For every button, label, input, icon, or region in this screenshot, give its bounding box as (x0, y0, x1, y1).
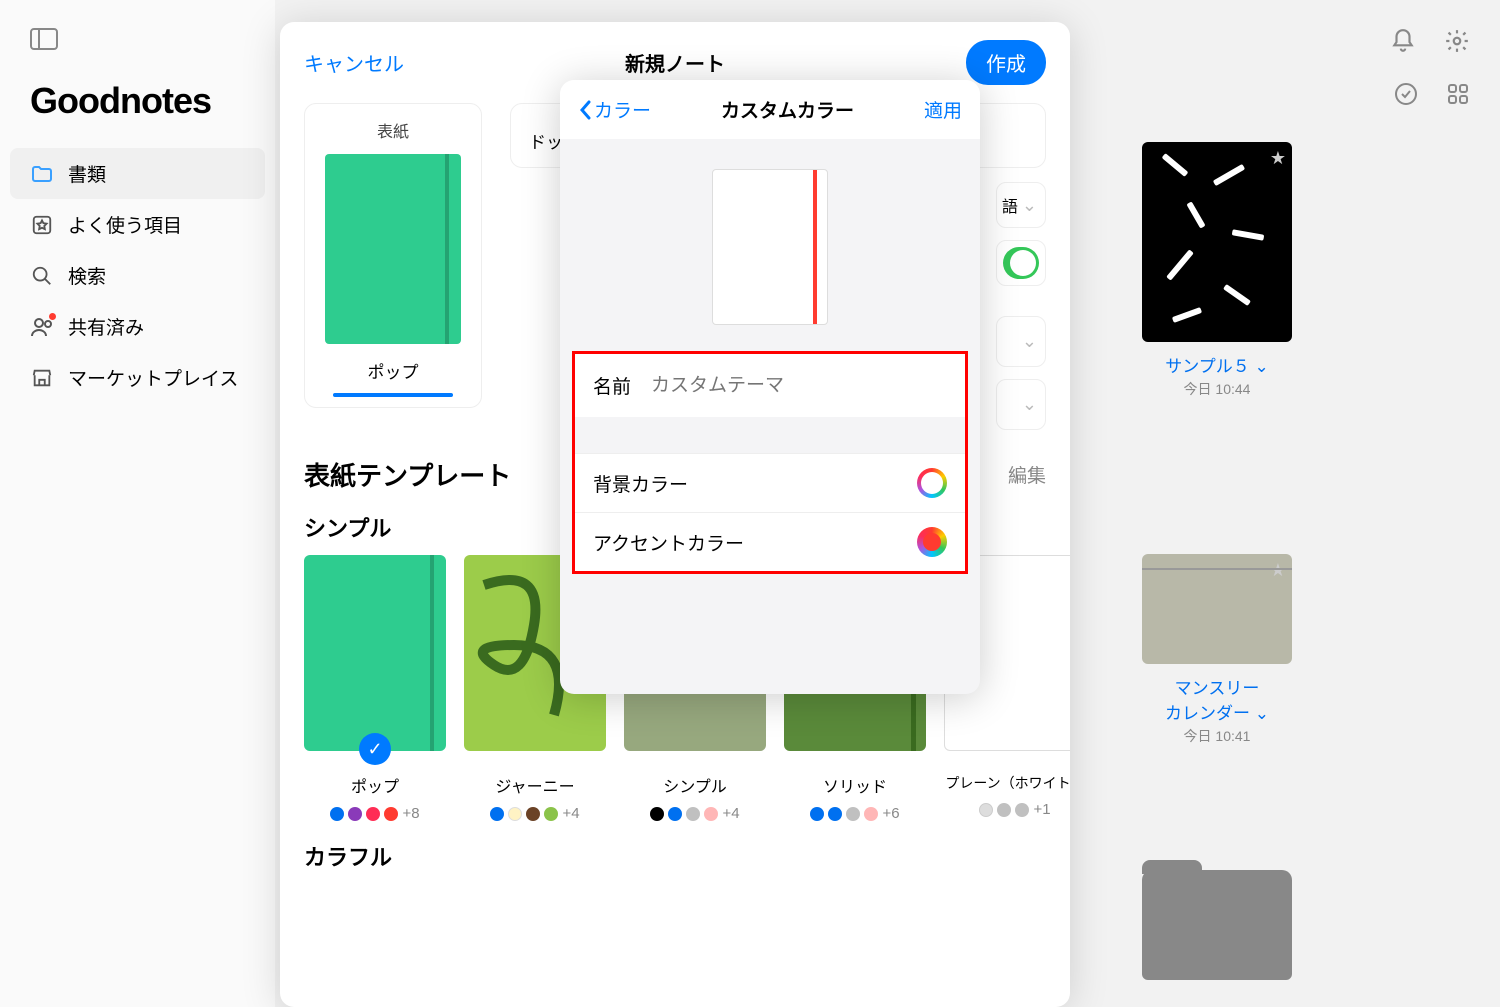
swatch-more: +4 (562, 805, 579, 822)
accent-color-label: アクセントカラー (593, 529, 744, 556)
template-cover: ✓ (304, 555, 446, 751)
sidebar-item-shared[interactable]: 共有済み (0, 301, 275, 352)
back-button[interactable]: カラー (578, 96, 651, 123)
highlight-annotation: 名前 背景カラー アクセントカラー (572, 351, 968, 574)
bell-icon[interactable] (1390, 28, 1416, 59)
cover-preview (325, 154, 461, 344)
sidebar-item-label: 検索 (68, 262, 106, 289)
cover-tab-label-bottom: ポップ (368, 358, 419, 383)
item-title: サンプル５ (1165, 357, 1250, 376)
setting-language-suffix: 語 (1002, 193, 1018, 217)
chevron-down-icon: ⌄ (1022, 394, 1037, 415)
template-name: ポップ (351, 773, 399, 797)
chevron-left-icon (578, 100, 592, 120)
star-icon[interactable]: ★ (1270, 148, 1286, 169)
accent-color-row[interactable]: アクセントカラー (575, 512, 965, 571)
setting-row-toggle[interactable] (996, 240, 1046, 286)
template-swatches: +8 (330, 805, 419, 822)
cover-tab-card[interactable]: 表紙 ポップ (304, 103, 482, 408)
folder-icon (30, 162, 54, 186)
name-input[interactable] (651, 375, 947, 397)
app-title: Goodnotes (30, 80, 275, 122)
selected-check-icon: ✓ (359, 733, 391, 765)
chevron-down-icon[interactable]: ⌄ (1254, 357, 1268, 376)
edit-button[interactable]: 編集 (1008, 461, 1046, 488)
grid-item-monthly[interactable]: ★ マンスリー カレンダー ⌄ 今日 10:41 (1142, 554, 1292, 746)
item-timestamp: 今日 10:41 (1142, 726, 1292, 746)
template-swatches: +6 (810, 805, 899, 822)
chevron-down-icon[interactable]: ⌄ (1255, 704, 1269, 723)
star-icon (30, 213, 54, 237)
section-title: 表紙テンプレート (304, 456, 511, 493)
setting-row-3[interactable]: ⌄ (996, 316, 1046, 367)
chevron-down-icon: ⌄ (1022, 331, 1037, 352)
cover-tab-label-top: 表紙 (377, 118, 409, 142)
item-title: マンスリー カレンダー (1165, 679, 1259, 723)
color-picker-icon[interactable] (917, 468, 947, 498)
setting-row-language[interactable]: 語 ⌄ (996, 182, 1046, 228)
template-name: ジャーニー (495, 773, 574, 797)
store-icon (30, 366, 54, 390)
background-color-row[interactable]: 背景カラー (575, 453, 965, 512)
people-icon (30, 315, 54, 339)
sidebar-item-favorites[interactable]: よく使う項目 (0, 199, 275, 250)
notebook-cover: ★ (1142, 554, 1292, 664)
sidebar-item-label: 書類 (68, 160, 106, 187)
template-name: シンプル (663, 773, 727, 797)
grid-icon[interactable] (1446, 82, 1470, 111)
back-label: カラー (594, 96, 651, 123)
template-swatches: +4 (490, 805, 579, 822)
swatch-more: +4 (722, 805, 739, 822)
grid-item-sample5[interactable]: ★ サンプル５ ⌄ 今日 10:44 (1142, 142, 1292, 399)
modal-title: 新規ノート (625, 48, 725, 77)
preview-cover (712, 169, 828, 325)
sidebar: Goodnotes 書類 よく使う項目 検索 共有済み マーケットプレイス (0, 0, 275, 1007)
swatch-more: +1 (1033, 801, 1050, 818)
swatch-more: +6 (882, 805, 899, 822)
bg-color-label: 背景カラー (593, 470, 688, 497)
sidebar-item-documents[interactable]: 書類 (10, 148, 265, 199)
sidebar-item-marketplace[interactable]: マーケットプレイス (0, 352, 275, 403)
topbar-icons (1390, 28, 1470, 59)
swatch-more: +8 (402, 805, 419, 822)
create-button[interactable]: 作成 (966, 40, 1046, 85)
subsection-colorful: カラフル (280, 822, 1070, 884)
template-swatches: +4 (650, 805, 739, 822)
template-swatches: +1 (979, 801, 1050, 818)
topbar-view-icons (1394, 82, 1470, 111)
popover-preview (560, 139, 980, 351)
check-circle-icon[interactable] (1394, 82, 1418, 111)
item-timestamp: 今日 10:44 (1142, 379, 1292, 399)
notebook-cover: ★ (1142, 142, 1292, 342)
color-picker-icon[interactable] (917, 527, 947, 557)
custom-color-popover: カラー カスタムカラー 適用 名前 背景カラー アクセントカラー (560, 80, 980, 694)
name-row: 名前 (575, 354, 965, 417)
sidebar-item-search[interactable]: 検索 (0, 250, 275, 301)
template-pop[interactable]: ✓ ポップ +8 (304, 555, 446, 822)
apply-button[interactable]: 適用 (924, 96, 962, 123)
sidebar-toggle-icon[interactable] (30, 28, 58, 50)
popover-header: カラー カスタムカラー 適用 (560, 80, 980, 139)
template-name: ソリッド (823, 773, 887, 797)
chevron-down-icon: ⌄ (1022, 195, 1037, 216)
popover-title: カスタムカラー (721, 96, 854, 123)
sidebar-item-label: よく使う項目 (68, 211, 182, 238)
template-name: プレーン（ホワイト） (945, 773, 1070, 793)
search-icon (30, 264, 54, 288)
gear-icon[interactable] (1444, 28, 1470, 59)
name-label: 名前 (593, 372, 631, 399)
toggle-switch[interactable] (1003, 247, 1039, 279)
cancel-button[interactable]: キャンセル (304, 48, 404, 77)
setting-row-4[interactable]: ⌄ (996, 379, 1046, 430)
sidebar-item-label: マーケットプレイス (68, 364, 238, 391)
grid-item-folder[interactable] (1142, 870, 1292, 980)
sidebar-item-label: 共有済み (68, 313, 144, 340)
active-tab-indicator (333, 393, 453, 397)
star-icon[interactable]: ★ (1270, 560, 1286, 581)
